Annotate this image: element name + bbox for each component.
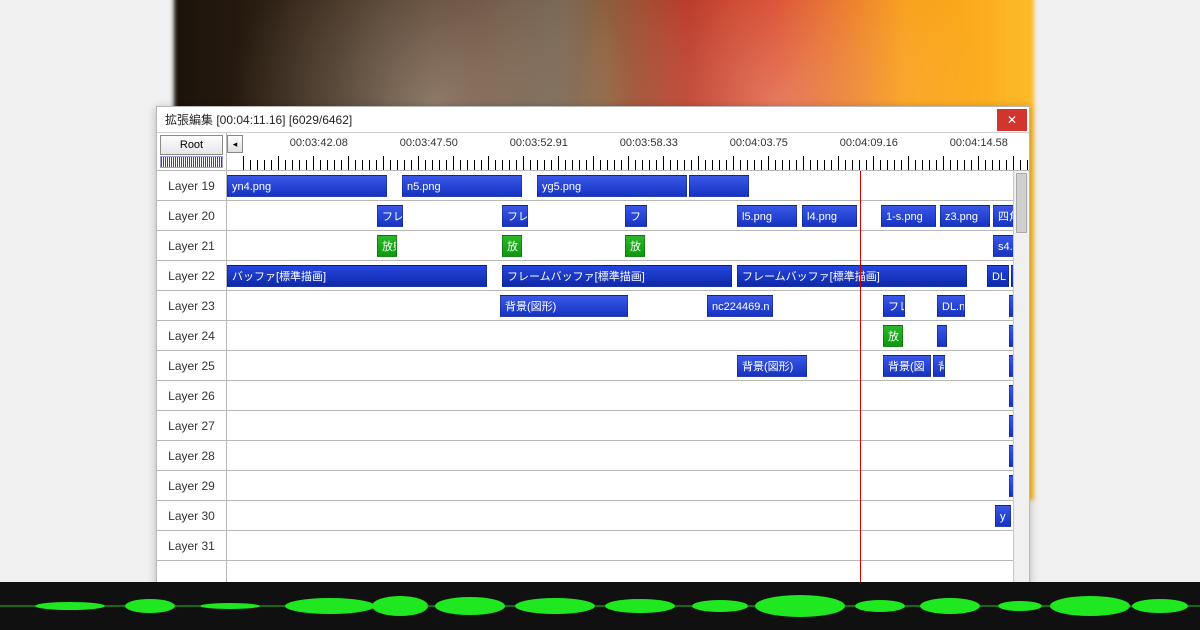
timeline-clip[interactable]: yn4.png: [227, 175, 387, 197]
layer-header[interactable]: Layer 25: [157, 351, 226, 381]
root-button-label: Root: [180, 139, 203, 151]
arrow-left-icon: ◂: [233, 139, 238, 150]
layer-header[interactable]: Layer 29: [157, 471, 226, 501]
time-ruler[interactable]: 00:03:42.08 00:03:47.50 00:03:52.91 00:03:5…: [243, 133, 1029, 170]
timeline-clip[interactable]: 放射: [377, 235, 397, 257]
timeline-clip[interactable]: 背: [933, 355, 945, 377]
timeline-clip[interactable]: 背景(図: [883, 355, 931, 377]
close-icon: ✕: [1007, 113, 1017, 127]
ruler-time-label: 00:03:58.33: [620, 137, 678, 149]
ruler-time-label: 00:03:42.08: [290, 137, 348, 149]
track-row[interactable]: a3: [227, 441, 1029, 471]
layer-header[interactable]: Layer 26: [157, 381, 226, 411]
track-row[interactable]: yn4.png n5.png yg5.png: [227, 171, 1029, 201]
layer-header[interactable]: Layer 24: [157, 321, 226, 351]
layer-header[interactable]: Layer 30: [157, 501, 226, 531]
titlebar[interactable]: 拡張編集 [00:04:11.16] [6029/6462] ✕: [157, 107, 1029, 133]
track-row[interactable]: j4.: [227, 411, 1029, 441]
ruler-ticks: [243, 160, 1029, 170]
timeline-clip[interactable]: 放: [502, 235, 522, 257]
track-row[interactable]: 背景(図形)背景(図背yg4: [227, 351, 1029, 381]
timeline-clip[interactable]: フレ: [883, 295, 905, 317]
timeline-clip[interactable]: l4.png: [802, 205, 857, 227]
layer-header[interactable]: Layer 31: [157, 531, 226, 561]
layer-header[interactable]: Layer 22: [157, 261, 226, 291]
mini-preview[interactable]: [160, 156, 223, 168]
scroll-left-button[interactable]: ◂: [227, 135, 243, 153]
layer-header[interactable]: Layer 27: [157, 411, 226, 441]
timeline-clip[interactable]: 放: [625, 235, 645, 257]
layer-header[interactable]: Layer 21: [157, 231, 226, 261]
root-button[interactable]: Root: [160, 135, 223, 155]
track-row[interactable]: 放n2.p: [227, 321, 1029, 351]
window-title: 拡張編集 [00:04:11.16] [6029/6462]: [165, 111, 352, 128]
timeline-clip[interactable]: y: [995, 505, 1011, 527]
timeline-clip[interactable]: 背景(図形): [500, 295, 628, 317]
timeline-clip[interactable]: 放: [883, 325, 903, 347]
timeline-clip[interactable]: 1-s.png: [881, 205, 936, 227]
track-row[interactable]: [227, 531, 1029, 561]
layer-header-column: Layer 19Layer 20Layer 21Layer 22Layer 23…: [157, 171, 227, 585]
vertical-scrollbar[interactable]: [1013, 171, 1029, 585]
timeline-clip[interactable]: z3.png: [940, 205, 990, 227]
track-row[interactable]: バッファ[標準描画] フレームバッファ[標準描画]フレームバッファ[標準描画] DL…: [227, 261, 1029, 291]
timeline-clip[interactable]: yg5.png: [537, 175, 687, 197]
ruler-time-label: 00:04:03.75: [730, 137, 788, 149]
timeline-clip[interactable]: DL: [987, 265, 1009, 287]
track-row[interactable]: 背景(図形)nc224469.nフレDL.nb4.p: [227, 291, 1029, 321]
timeline-clip[interactable]: [937, 325, 947, 347]
track-row[interactable]: l2.p: [227, 381, 1029, 411]
timeline-clip[interactable]: フレ: [502, 205, 528, 227]
timeline-clip[interactable]: フレームバッファ[標準描画]: [502, 265, 732, 287]
timeline-clip[interactable]: nc224469.n: [707, 295, 773, 317]
timeline-clip[interactable]: フレームバッファ[標準描画]: [737, 265, 967, 287]
timeline-clip[interactable]: バッファ[標準描画]: [227, 265, 487, 287]
ruler-time-label: 00:03:52.91: [510, 137, 568, 149]
track-row[interactable]: フレフレフl5.pngl4.png1-s.pngz3.png四角形: [227, 201, 1029, 231]
ruler-time-label: 00:04:09.16: [840, 137, 898, 149]
timeline-clip[interactable]: 背景(図形): [737, 355, 807, 377]
audio-waveform[interactable]: [0, 582, 1200, 630]
ruler-row: Root ◂ 00:03:42.08 00:03:47.50 00:03:52.91…: [157, 133, 1029, 171]
timeline-window: 拡張編集 [00:04:11.16] [6029/6462] ✕ Root ◂ …: [156, 106, 1030, 586]
scrollbar-thumb[interactable]: [1016, 173, 1027, 233]
timeline-clip[interactable]: [689, 175, 749, 197]
tracks-area[interactable]: yn4.pngn5.pngyg5.pngフレフレフl5.pngl4.png1-s…: [227, 171, 1029, 585]
timeline-body: Layer 19Layer 20Layer 21Layer 22Layer 23…: [157, 171, 1029, 585]
close-button[interactable]: ✕: [997, 109, 1027, 131]
track-row[interactable]: l1: [227, 471, 1029, 501]
layer-header[interactable]: Layer 28: [157, 441, 226, 471]
track-row[interactable]: 放射放放s4.pn: [227, 231, 1029, 261]
ruler-time-label: 00:03:47.50: [400, 137, 458, 149]
timeline-clip[interactable]: DL.n: [937, 295, 965, 317]
timeline-clip[interactable]: n5.png: [402, 175, 522, 197]
timeline-clip[interactable]: フ: [625, 205, 647, 227]
layer-header[interactable]: Layer 19: [157, 171, 226, 201]
timeline-clip[interactable]: フレ: [377, 205, 403, 227]
layer-header[interactable]: Layer 20: [157, 201, 226, 231]
track-row[interactable]: y四角: [227, 501, 1029, 531]
ruler-time-label: 00:04:14.58: [950, 137, 1008, 149]
timeline-clip[interactable]: l5.png: [737, 205, 797, 227]
layer-header[interactable]: Layer 23: [157, 291, 226, 321]
